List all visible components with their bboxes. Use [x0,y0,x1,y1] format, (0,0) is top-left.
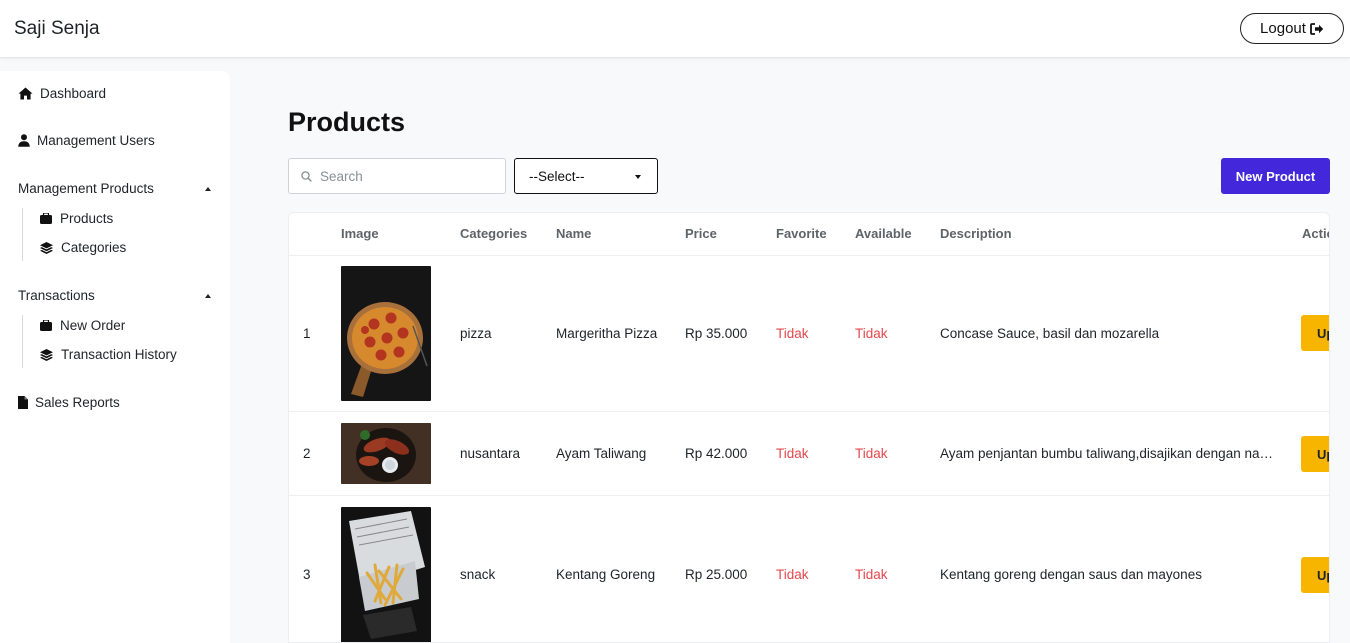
product-image-ayam-taliwang[interactable] [341,423,431,484]
briefcase-icon [40,213,52,224]
product-category: pizza [460,326,492,341]
sidebar-group-management-products[interactable]: Management Products [18,181,154,196]
sign-out-icon [1310,22,1324,35]
products-table: Image Categories Name Price Favorite Ava… [288,212,1330,643]
sidebar-item-label: Sales Reports [35,395,120,410]
category-select-value: --Select-- [529,168,585,184]
sidebar-item-transaction-history[interactable]: Transaction History [40,347,177,362]
sidebar-item-label: Categories [61,240,127,255]
sidebar-item-label: Transaction History [61,347,177,362]
search-input[interactable] [320,168,490,184]
product-description: Concase Sauce, basil dan mozarella [940,326,1160,341]
product-image-pizza[interactable] [341,266,431,401]
column-header-available[interactable]: Available [855,226,912,241]
product-description: Kentang goreng dengan saus dan mayones [940,567,1202,582]
top-navbar: Saji Senja Logout [0,0,1350,58]
product-name: Margeritha Pizza [556,326,658,341]
column-header-action[interactable]: Action [1302,226,1329,241]
caret-down-icon [635,175,641,179]
product-available: Tidak [855,567,888,582]
layers-icon [40,348,53,361]
submenu-line [22,208,23,261]
submenu-line [22,315,23,368]
product-price: Rp 25.000 [685,567,748,582]
product-name: Ayam Taliwang [556,446,647,461]
sidebar-item-label: Products [60,211,114,226]
product-price: Rp 35.000 [685,326,748,341]
column-header-description[interactable]: Description [940,226,1012,241]
sidebar-item-products[interactable]: Products [40,211,113,226]
column-header-price[interactable]: Price [685,226,717,241]
briefcase-icon [40,320,52,331]
product-category: snack [460,567,496,582]
brand-name[interactable]: Saji Senja [14,18,100,40]
chevron-up-icon[interactable] [205,187,211,191]
row-number: 1 [303,326,311,341]
sidebar: Dashboard Management Users Management Pr… [0,71,230,643]
product-favorite: Tidak [776,326,809,341]
layers-icon [40,241,53,254]
sidebar-item-dashboard[interactable]: Dashboard [18,86,106,101]
sidebar-item-label: New Order [60,318,126,333]
search-icon [301,170,312,182]
column-header-image[interactable]: Image [341,226,379,241]
logout-button[interactable]: Logout [1240,13,1344,44]
row-number: 3 [303,567,311,582]
update-button[interactable]: Update [1301,557,1329,593]
sidebar-item-sales-reports[interactable]: Sales Reports [18,395,120,410]
product-available: Tidak [855,446,888,461]
product-category: nusantara [460,446,521,461]
sidebar-item-label: Dashboard [40,86,107,101]
product-favorite: Tidak [776,446,809,461]
category-select[interactable]: --Select-- [514,158,658,194]
product-price: Rp 42.000 [685,446,748,461]
chevron-up-icon[interactable] [205,294,211,298]
search-field[interactable] [288,158,506,194]
product-image-kentang-goreng[interactable] [341,507,431,642]
update-button[interactable]: Update [1301,436,1329,472]
home-icon [18,87,33,100]
logout-label: Logout [1260,20,1306,37]
column-header-favorite[interactable]: Favorite [776,226,827,241]
column-header-name[interactable]: Name [556,226,591,241]
sidebar-group-transactions[interactable]: Transactions [18,288,95,303]
user-icon [18,134,30,147]
row-divider [289,411,1329,412]
product-available: Tidak [855,326,888,341]
product-description: Ayam penjantan bumbu taliwang,disajikan … [940,446,1276,461]
product-favorite: Tidak [776,567,809,582]
sidebar-item-categories[interactable]: Categories [40,240,126,255]
sidebar-item-new-order[interactable]: New Order [40,318,125,333]
product-name: Kentang Goreng [556,567,656,582]
row-divider [289,495,1329,496]
new-product-button[interactable]: New Product [1221,158,1330,194]
page-title: Products [288,107,406,137]
row-number: 2 [303,446,311,461]
update-button[interactable]: Update [1301,315,1329,351]
sidebar-item-label: Management Users [37,133,155,148]
column-header-categories[interactable]: Categories [460,226,527,241]
row-divider [289,255,1329,256]
sidebar-item-management-users[interactable]: Management Users [18,133,155,148]
file-icon [18,396,28,409]
